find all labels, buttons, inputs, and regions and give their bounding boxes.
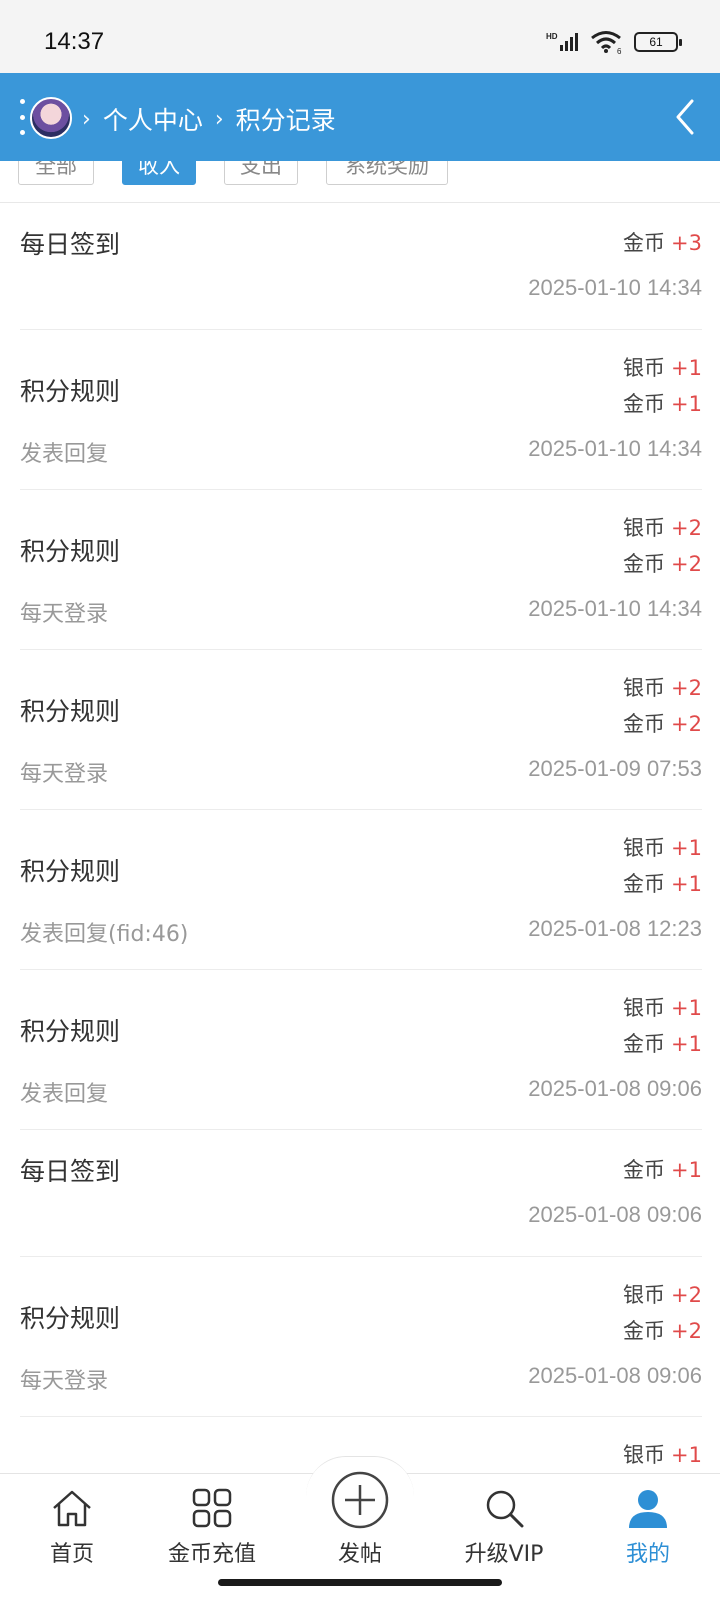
record-subtitle: 发表回复(fid:46) [20, 922, 189, 947]
record-amount: 金币 +3 [623, 231, 702, 255]
record-amount: 银币 +1 [623, 996, 702, 1020]
nav-label: 首页 [49, 1542, 94, 1567]
record-amount: 金币 +1 [623, 872, 702, 896]
record-time: 2025-01-09 07:53 [528, 756, 702, 781]
record-amount: 银币 +1 [623, 356, 702, 380]
record-time: 2025-01-10 14:34 [528, 275, 702, 300]
record-title: 积分规则 [20, 377, 121, 406]
record-amount: 银币 +2 [623, 516, 702, 540]
status-icons: HD 6 61 [546, 30, 682, 54]
nav-label: 金币充值 [167, 1542, 256, 1567]
nav-home[interactable]: 首页 [0, 1474, 144, 1574]
grid-icon [192, 1488, 232, 1528]
record-title: 积分规则 [20, 697, 121, 726]
record-item: 积分规则 银币 +2 金币 +2 每天登录 2025-01-08 09:06 [20, 1257, 702, 1417]
record-subtitle: 发表回复 [20, 1082, 109, 1107]
signal-icon: HD [546, 32, 578, 51]
status-time: 14:37 [44, 28, 105, 55]
record-amount: 金币 +1 [623, 1158, 702, 1182]
nav-upgrade-vip[interactable]: 升级VIP [432, 1474, 576, 1574]
record-item: 积分规则 银币 +2 金币 +2 每天登录 2025-01-09 07:53 [20, 650, 702, 810]
record-amount: 金币 +1 [623, 1032, 702, 1056]
menu-dots-icon[interactable] [20, 99, 26, 135]
record-time: 2025-01-08 12:23 [528, 916, 702, 941]
record-title: 积分规则 [20, 857, 121, 886]
svg-text:HD: HD [546, 32, 558, 41]
battery-icon: 61 [634, 32, 682, 52]
battery-level: 61 [649, 35, 663, 49]
svg-text:6: 6 [617, 47, 622, 54]
record-time: 2025-01-10 14:34 [528, 596, 702, 621]
breadcrumb-separator: › [214, 106, 224, 132]
nav-post[interactable]: 发帖 [288, 1471, 432, 1574]
record-title: 积分规则 [20, 1304, 121, 1333]
nav-label: 我的 [625, 1542, 670, 1567]
nav-label: 发帖 [337, 1542, 382, 1567]
tab-system-reward[interactable]: 系统奖励 [326, 161, 448, 185]
record-time: 2025-01-08 09:06 [528, 1202, 702, 1227]
breadcrumb-personal-center[interactable]: 个人中心 [103, 101, 203, 137]
record-amount: 银币 +1 [623, 1443, 702, 1467]
record-item: 每日签到 金币 +3 2025-01-10 14:34 [20, 203, 702, 330]
tab-expense[interactable]: 支出 [224, 161, 298, 185]
record-time: 2025-01-08 09:06 [528, 1363, 702, 1388]
record-amount: 银币 +1 [623, 836, 702, 860]
record-item: 积分规则 银币 +1 金币 +1 发表回复(fid:46) 2025-01-08 1… [20, 810, 702, 970]
back-chevron-icon[interactable] [670, 97, 700, 137]
record-title: 每日签到 [20, 230, 121, 259]
user-icon [629, 1490, 667, 1528]
record-subtitle: 每天登录 [20, 762, 109, 787]
record-item: 积分规则 银币 +1 金币 +1 发表回复 2025-01-10 14:34 [20, 330, 702, 490]
breadcrumb-separator: › [82, 106, 91, 132]
record-amount: 金币 +2 [623, 712, 702, 736]
nav-mine[interactable]: 我的 [576, 1474, 720, 1574]
record-amount: 金币 +2 [623, 1319, 702, 1343]
search-icon [486, 1490, 524, 1528]
tab-all[interactable]: 全部 [18, 161, 94, 185]
nav-coin-recharge[interactable]: 金币充值 [140, 1474, 284, 1574]
record-amount: 银币 +2 [623, 1283, 702, 1307]
breadcrumb: › 个人中心 › 积分记录 [82, 101, 336, 137]
avatar[interactable] [30, 97, 72, 139]
nav-label: 升级VIP [464, 1542, 544, 1567]
plus-circle-icon [331, 1471, 389, 1529]
wifi-icon: 6 [591, 31, 622, 54]
record-time: 2025-01-08 09:06 [528, 1076, 702, 1101]
app-header: › 个人中心 › 积分记录 [0, 73, 720, 161]
filter-tabs: 全部 收入 支出 系统奖励 [0, 161, 720, 203]
record-time: 2025-01-10 14:34 [528, 436, 702, 461]
home-indicator[interactable] [218, 1579, 502, 1586]
record-amount: 银币 +2 [623, 676, 702, 700]
record-subtitle: 发表回复 [20, 442, 109, 467]
record-amount: 金币 +2 [623, 552, 702, 576]
points-record-list: 每日签到 金币 +3 2025-01-10 14:34 积分规则 银币 +1 金币 +… [0, 203, 720, 1473]
breadcrumb-points-record: 积分记录 [235, 106, 336, 135]
tab-income[interactable]: 收入 [122, 161, 196, 185]
status-bar: 14:37 HD 6 61 [0, 0, 720, 73]
record-title: 积分规则 [20, 537, 121, 566]
record-item: 积分规则 银币 +1 金币 +1 发表回复 2025-01-08 09:06 [20, 970, 702, 1130]
record-item: 积分规则 银币 +2 金币 +2 每天登录 2025-01-10 14:34 [20, 490, 702, 650]
record-subtitle: 每天登录 [20, 602, 109, 627]
record-title: 积分规则 [20, 1017, 121, 1046]
record-subtitle: 每天登录 [20, 1369, 109, 1394]
record-item: 每日签到 金币 +1 2025-01-08 09:06 [20, 1130, 702, 1257]
record-amount: 金币 +1 [623, 392, 702, 416]
home-icon [53, 1490, 91, 1527]
record-title: 每日签到 [20, 1157, 121, 1186]
